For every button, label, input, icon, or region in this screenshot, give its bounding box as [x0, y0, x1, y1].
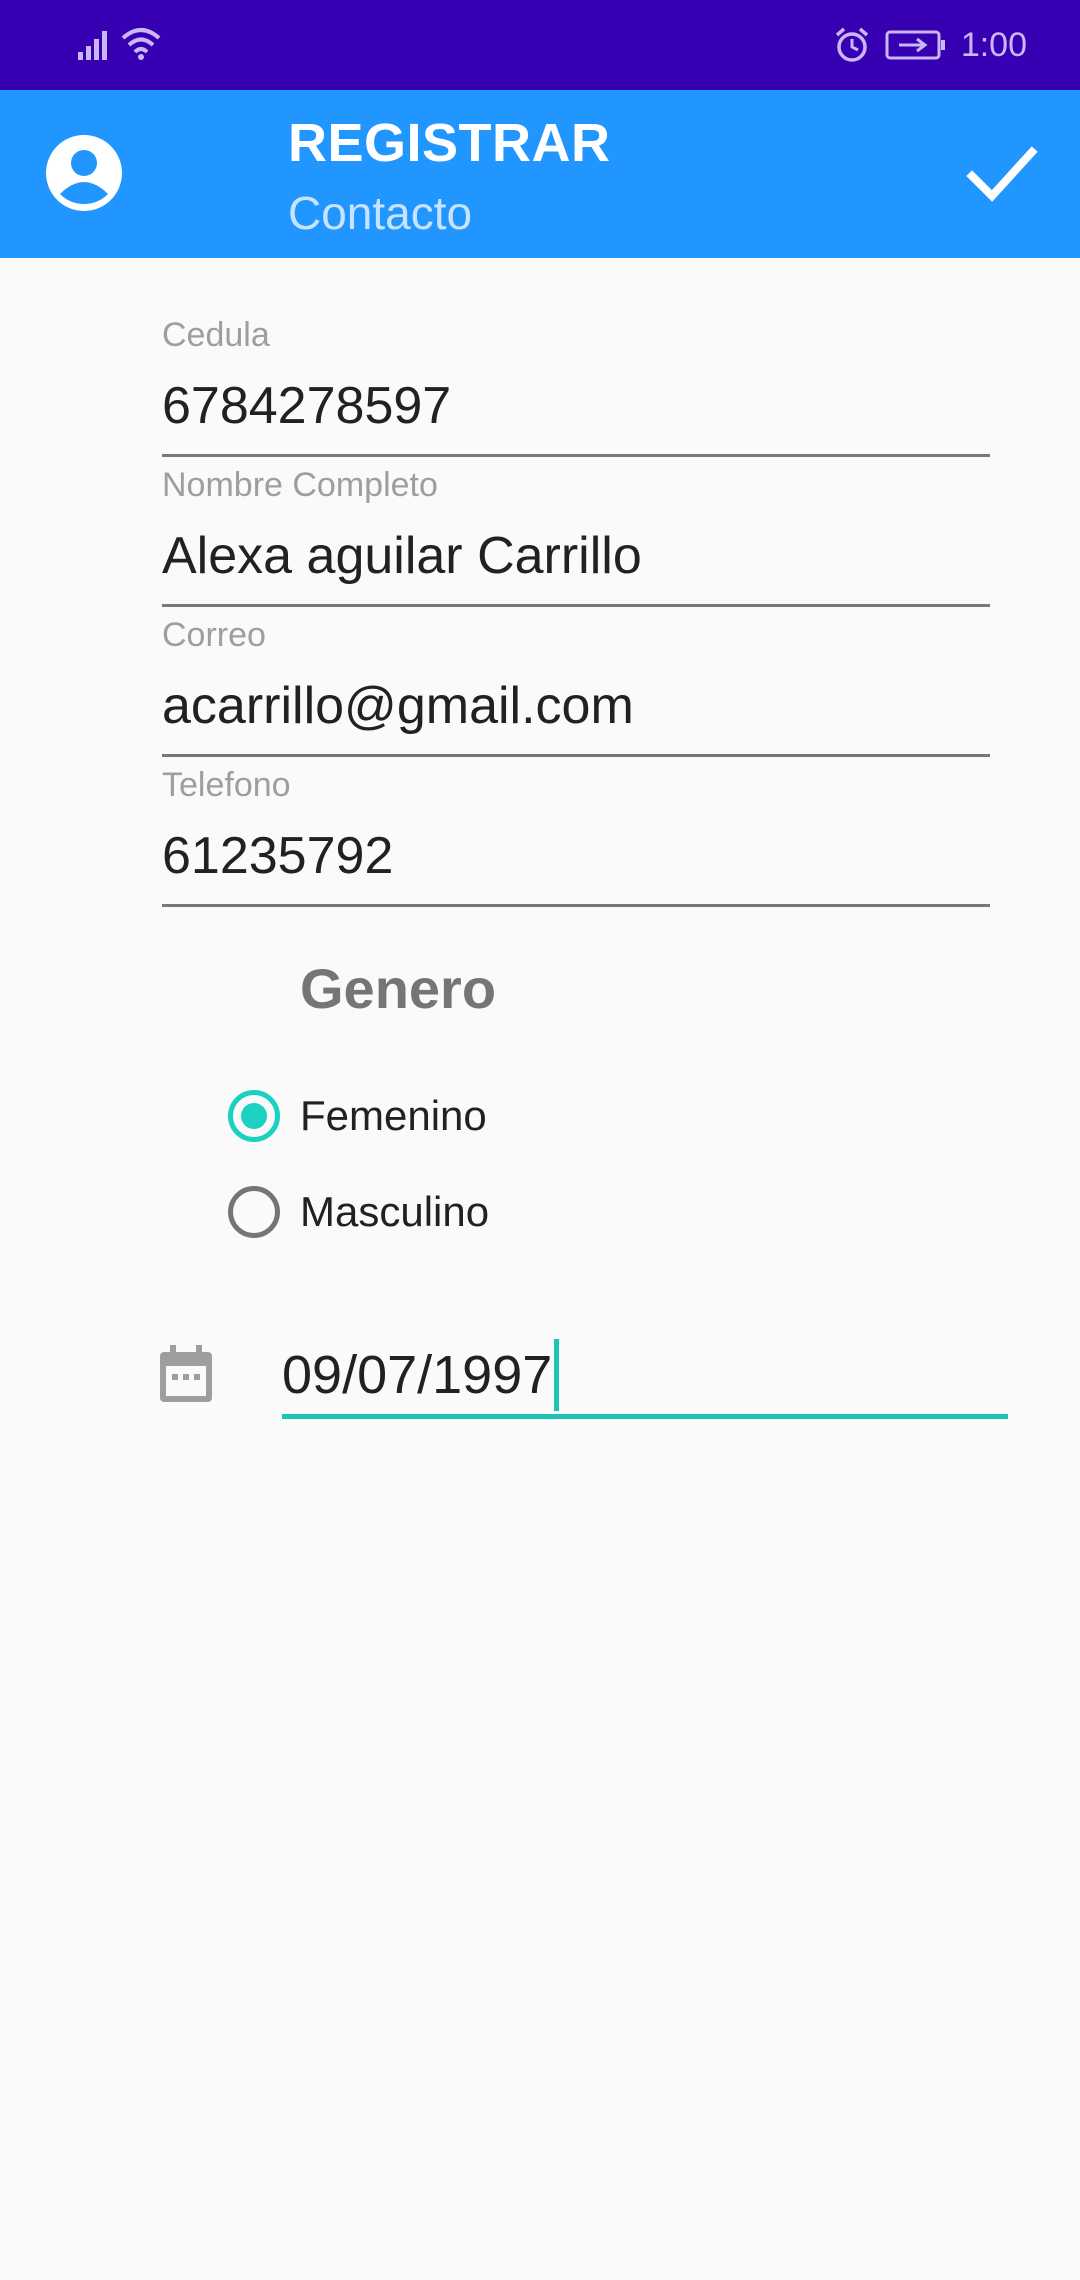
alarm-icon	[835, 27, 868, 62]
app-bar: REGISTRAR Contacto	[0, 90, 1080, 258]
wifi-icon	[121, 28, 161, 60]
status-left	[76, 24, 162, 64]
fecha-input[interactable]: 09/07/1997	[282, 1339, 560, 1411]
correo-label: Correo	[162, 616, 266, 654]
calendar-icon[interactable]	[158, 1344, 214, 1404]
radio-masculino[interactable]: Masculino	[228, 1180, 489, 1244]
status-bar: 1:00	[0, 0, 1080, 90]
cedula-underline	[162, 454, 990, 457]
nombre-input[interactable]: Alexa aguilar Carrillo	[162, 526, 990, 596]
fecha-underline	[282, 1414, 1008, 1419]
account-circle-icon[interactable]	[43, 132, 125, 214]
fecha-value[interactable]: 09/07/1997	[282, 1344, 552, 1406]
cedula-input[interactable]: 6784278597	[162, 376, 990, 446]
page-title: REGISTRAR	[288, 113, 611, 173]
radio-femenino-button[interactable]	[228, 1090, 280, 1142]
radio-masculino-button[interactable]	[228, 1186, 280, 1238]
genero-heading: Genero	[300, 957, 497, 1020]
telefono-label: Telefono	[162, 766, 291, 804]
text-cursor	[554, 1339, 560, 1411]
status-time: 1:00	[960, 25, 1027, 64]
check-icon[interactable]	[966, 144, 1038, 206]
battery-icon	[885, 30, 945, 60]
radio-femenino-label[interactable]: Femenino	[300, 1092, 487, 1140]
telefono-underline	[162, 904, 990, 907]
page-subtitle: Contacto	[288, 187, 473, 239]
cedula-label: Cedula	[162, 316, 270, 354]
telefono-input[interactable]: 61235792	[162, 826, 990, 896]
correo-underline	[162, 754, 990, 757]
radio-femenino[interactable]: Femenino	[228, 1084, 487, 1148]
signal-icon	[78, 31, 107, 60]
nombre-underline	[162, 604, 990, 607]
correo-input[interactable]: acarrillo@gmail.com	[162, 676, 990, 746]
radio-masculino-label[interactable]: Masculino	[300, 1188, 489, 1236]
nombre-label: Nombre Completo	[162, 466, 438, 504]
status-right: 1:00	[833, 20, 1027, 70]
